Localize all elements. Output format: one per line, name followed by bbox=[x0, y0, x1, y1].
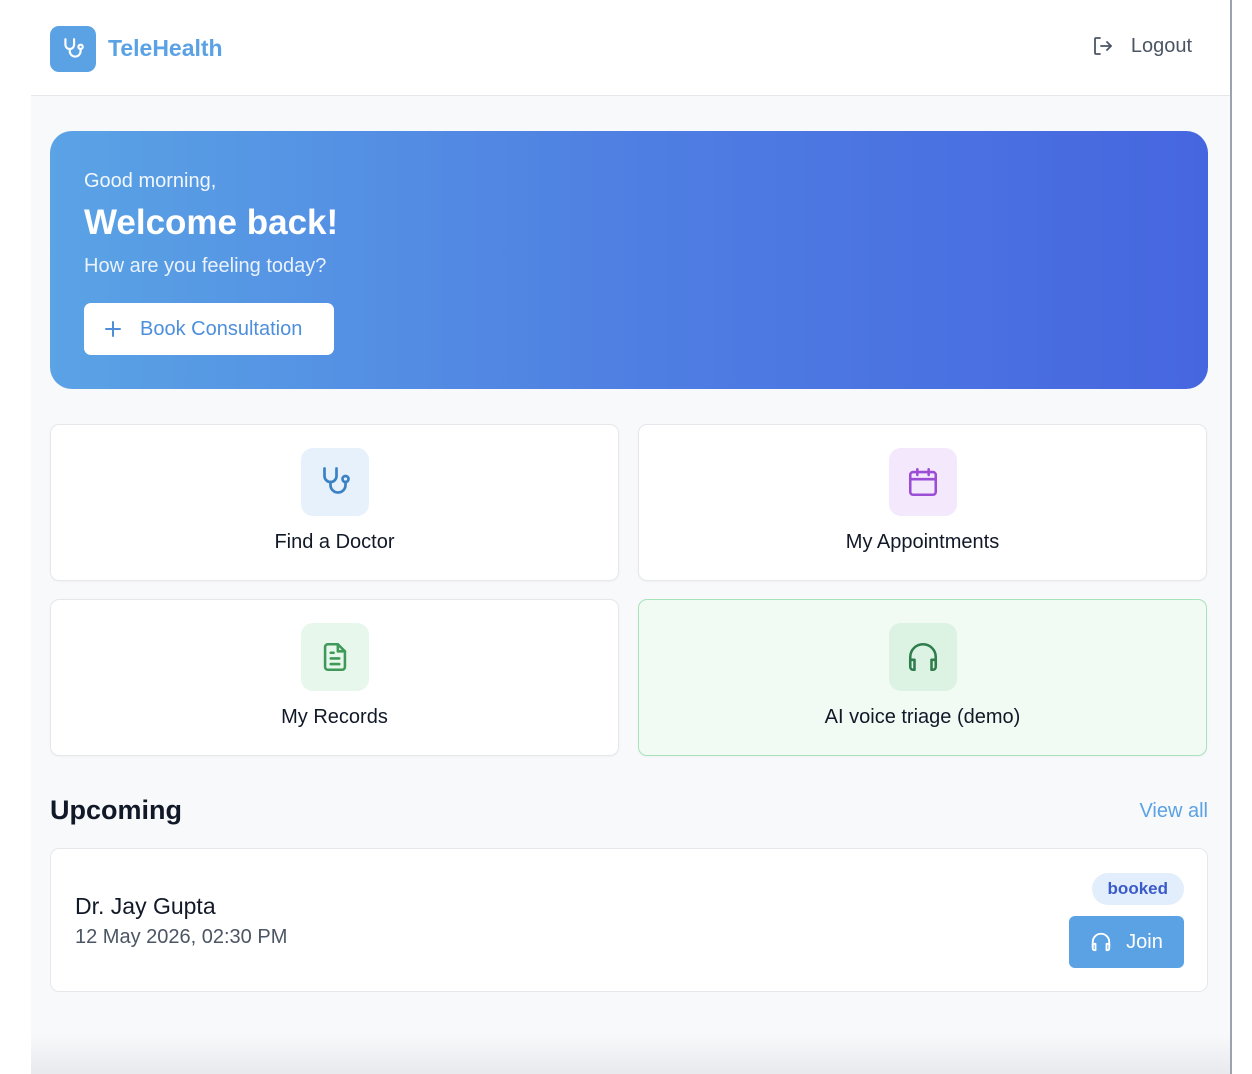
ai-voice-triage-label: AI voice triage (demo) bbox=[824, 706, 1021, 728]
my-records-icon-box bbox=[301, 623, 369, 691]
my-appointments-icon-box bbox=[889, 448, 957, 516]
join-label: Join bbox=[1126, 930, 1163, 953]
greeting-text: Good morning, bbox=[84, 170, 217, 192]
bottom-fade bbox=[31, 1034, 1230, 1074]
my-records-label: My Records bbox=[281, 706, 388, 728]
app-window: TeleHealth Logout Good morning, Welcome … bbox=[31, 0, 1232, 1074]
my-appointments-card[interactable]: My Appointments bbox=[638, 424, 1207, 581]
welcome-subtitle: How are you feeling today? bbox=[84, 255, 327, 277]
brand-logo[interactable] bbox=[50, 26, 96, 72]
appointment-card: Dr. Jay Gupta 12 May 2026, 02:30 PM book… bbox=[50, 848, 1208, 992]
book-consultation-button[interactable]: Book Consultation bbox=[84, 303, 334, 355]
appointment-datetime: 12 May 2026, 02:30 PM bbox=[75, 926, 288, 948]
ai-voice-triage-card[interactable]: AI voice triage (demo) bbox=[638, 599, 1207, 756]
upcoming-title: Upcoming bbox=[50, 795, 182, 825]
top-bar: TeleHealth Logout bbox=[31, 0, 1230, 96]
view-all-link[interactable]: View all bbox=[1139, 800, 1208, 823]
welcome-banner: Good morning, Welcome back! How are you … bbox=[50, 131, 1208, 389]
welcome-title: Welcome back! bbox=[84, 203, 339, 242]
calendar-icon bbox=[908, 467, 938, 497]
headphones-icon bbox=[908, 642, 938, 672]
my-appointments-label: My Appointments bbox=[845, 531, 1000, 553]
headphones-icon bbox=[1091, 932, 1111, 952]
find-doctor-icon-box bbox=[301, 448, 369, 516]
find-doctor-card[interactable]: Find a Doctor bbox=[50, 424, 619, 581]
find-doctor-label: Find a Doctor bbox=[274, 531, 395, 553]
plus-icon bbox=[104, 320, 122, 338]
book-consultation-label: Book Consultation bbox=[140, 317, 303, 340]
stethoscope-icon bbox=[64, 38, 84, 58]
my-records-card[interactable]: My Records bbox=[50, 599, 619, 756]
stethoscope-icon bbox=[323, 467, 350, 494]
logout-icon bbox=[1093, 37, 1112, 55]
brand-name[interactable]: TeleHealth bbox=[108, 35, 223, 62]
ai-voice-triage-icon-box bbox=[889, 623, 957, 691]
document-icon bbox=[323, 642, 347, 672]
logout-label: Logout bbox=[1130, 34, 1192, 57]
status-badge: booked bbox=[1091, 873, 1184, 905]
join-button[interactable]: Join bbox=[1069, 916, 1184, 968]
doctor-name: Dr. Jay Gupta bbox=[75, 893, 216, 919]
logout-button[interactable]: Logout bbox=[1091, 34, 1192, 58]
